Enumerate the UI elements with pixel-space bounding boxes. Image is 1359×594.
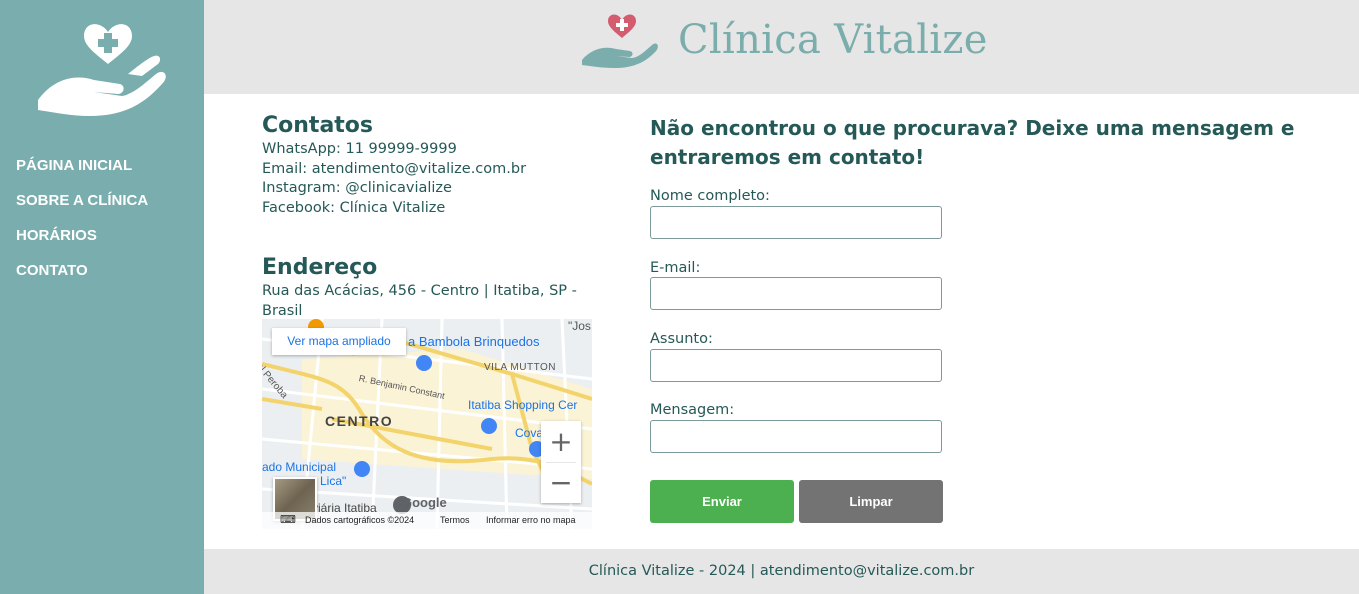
brand-name: Clínica Vitalize — [678, 17, 988, 63]
map-data-credit: Dados cartográficos ©2024 — [305, 515, 415, 525]
address-section: Endereço Rua das Acácias, 456 - Centro |… — [262, 254, 592, 321]
nav-item-home[interactable]: PÁGINA INICIAL — [16, 156, 148, 176]
heart-hand-icon — [38, 24, 166, 116]
name-label: Nome completo: — [650, 188, 770, 204]
nav-item-contact[interactable]: CONTATO — [16, 261, 148, 281]
contact-form-section: Não encontrou o que procurava? Deixe uma… — [650, 114, 1330, 172]
map-label-cova: Cova — [515, 426, 544, 440]
map-report-link[interactable]: Informar erro no mapa — [486, 512, 576, 529]
sidebar: PÁGINA INICIAL SOBRE A CLÍNICA HORÁRIOS … — [0, 0, 204, 594]
nav-item-about[interactable]: SOBRE A CLÍNICA — [16, 191, 148, 211]
map-label-lica: Lica" — [320, 474, 347, 488]
map-zoom-controls: + − — [541, 421, 581, 503]
main-nav: PÁGINA INICIAL SOBRE A CLÍNICA HORÁRIOS … — [16, 156, 148, 296]
name-input[interactable] — [650, 206, 942, 239]
contact-email: Email: atendimento@vitalize.com.br — [262, 160, 527, 177]
form-title: Não encontrou o que procurava? Deixe uma… — [650, 116, 1295, 169]
zoom-in-button[interactable]: + — [541, 421, 581, 462]
heart-hand-icon — [582, 14, 658, 68]
contact-whatsapp: WhatsApp: 11 99999-9999 — [262, 141, 457, 157]
email-input[interactable] — [650, 277, 942, 310]
contact-facebook: Facebook: Clínica Vitalize — [262, 199, 446, 216]
contacts-title: Contatos — [262, 113, 374, 138]
subject-input[interactable] — [650, 349, 942, 382]
email-label: E-mail: — [650, 260, 701, 276]
zoom-divider — [546, 462, 576, 463]
google-logo: Google — [402, 495, 447, 510]
map-attribution: ⌨ Dados cartográficos ©2024 Termos Infor… — [262, 512, 592, 529]
message-label: Mensagem: — [650, 402, 735, 418]
message-input[interactable] — [650, 420, 942, 453]
page-footer: Clínica Vitalize - 2024 | atendimento@vi… — [204, 549, 1359, 594]
nav-item-hours[interactable]: HORÁRIOS — [16, 226, 148, 246]
map-open-link[interactable]: Ver mapa ampliado — [272, 328, 406, 355]
page-header: Clínica Vitalize — [204, 0, 1359, 94]
subject-label: Assunto: — [650, 331, 713, 347]
submit-button[interactable]: Enviar — [650, 480, 794, 523]
footer-text: Clínica Vitalize - 2024 | atendimento@vi… — [588, 563, 975, 579]
keyboard-icon[interactable]: ⌨ — [280, 512, 296, 529]
address-title: Endereço — [262, 255, 378, 280]
map-embed[interactable]: Ver mapa ampliado a Bambola Brinquedos V… — [262, 319, 592, 529]
reset-button[interactable]: Limpar — [799, 480, 943, 523]
contact-instagram: Instagram: @clinicavialize — [262, 180, 452, 196]
map-terms-link[interactable]: Termos — [440, 512, 470, 529]
map-label-municipal: ado Municipal — [262, 460, 337, 474]
map-label-store: a Bambola Brinquedos — [408, 334, 540, 349]
map-label-district: VILA MUTTON — [484, 362, 556, 373]
contacts-section: Contatos WhatsApp: 11 99999-9999 Email: … — [262, 112, 602, 218]
map-label-jos: "Jos — [568, 319, 591, 333]
map-label-mall: Itatiba Shopping Cer — [468, 398, 578, 412]
address-text: Rua das Acácias, 456 - Centro | Itatiba,… — [262, 283, 577, 319]
zoom-out-button[interactable]: − — [541, 462, 581, 503]
map-label-center: CENTRO — [325, 413, 394, 429]
